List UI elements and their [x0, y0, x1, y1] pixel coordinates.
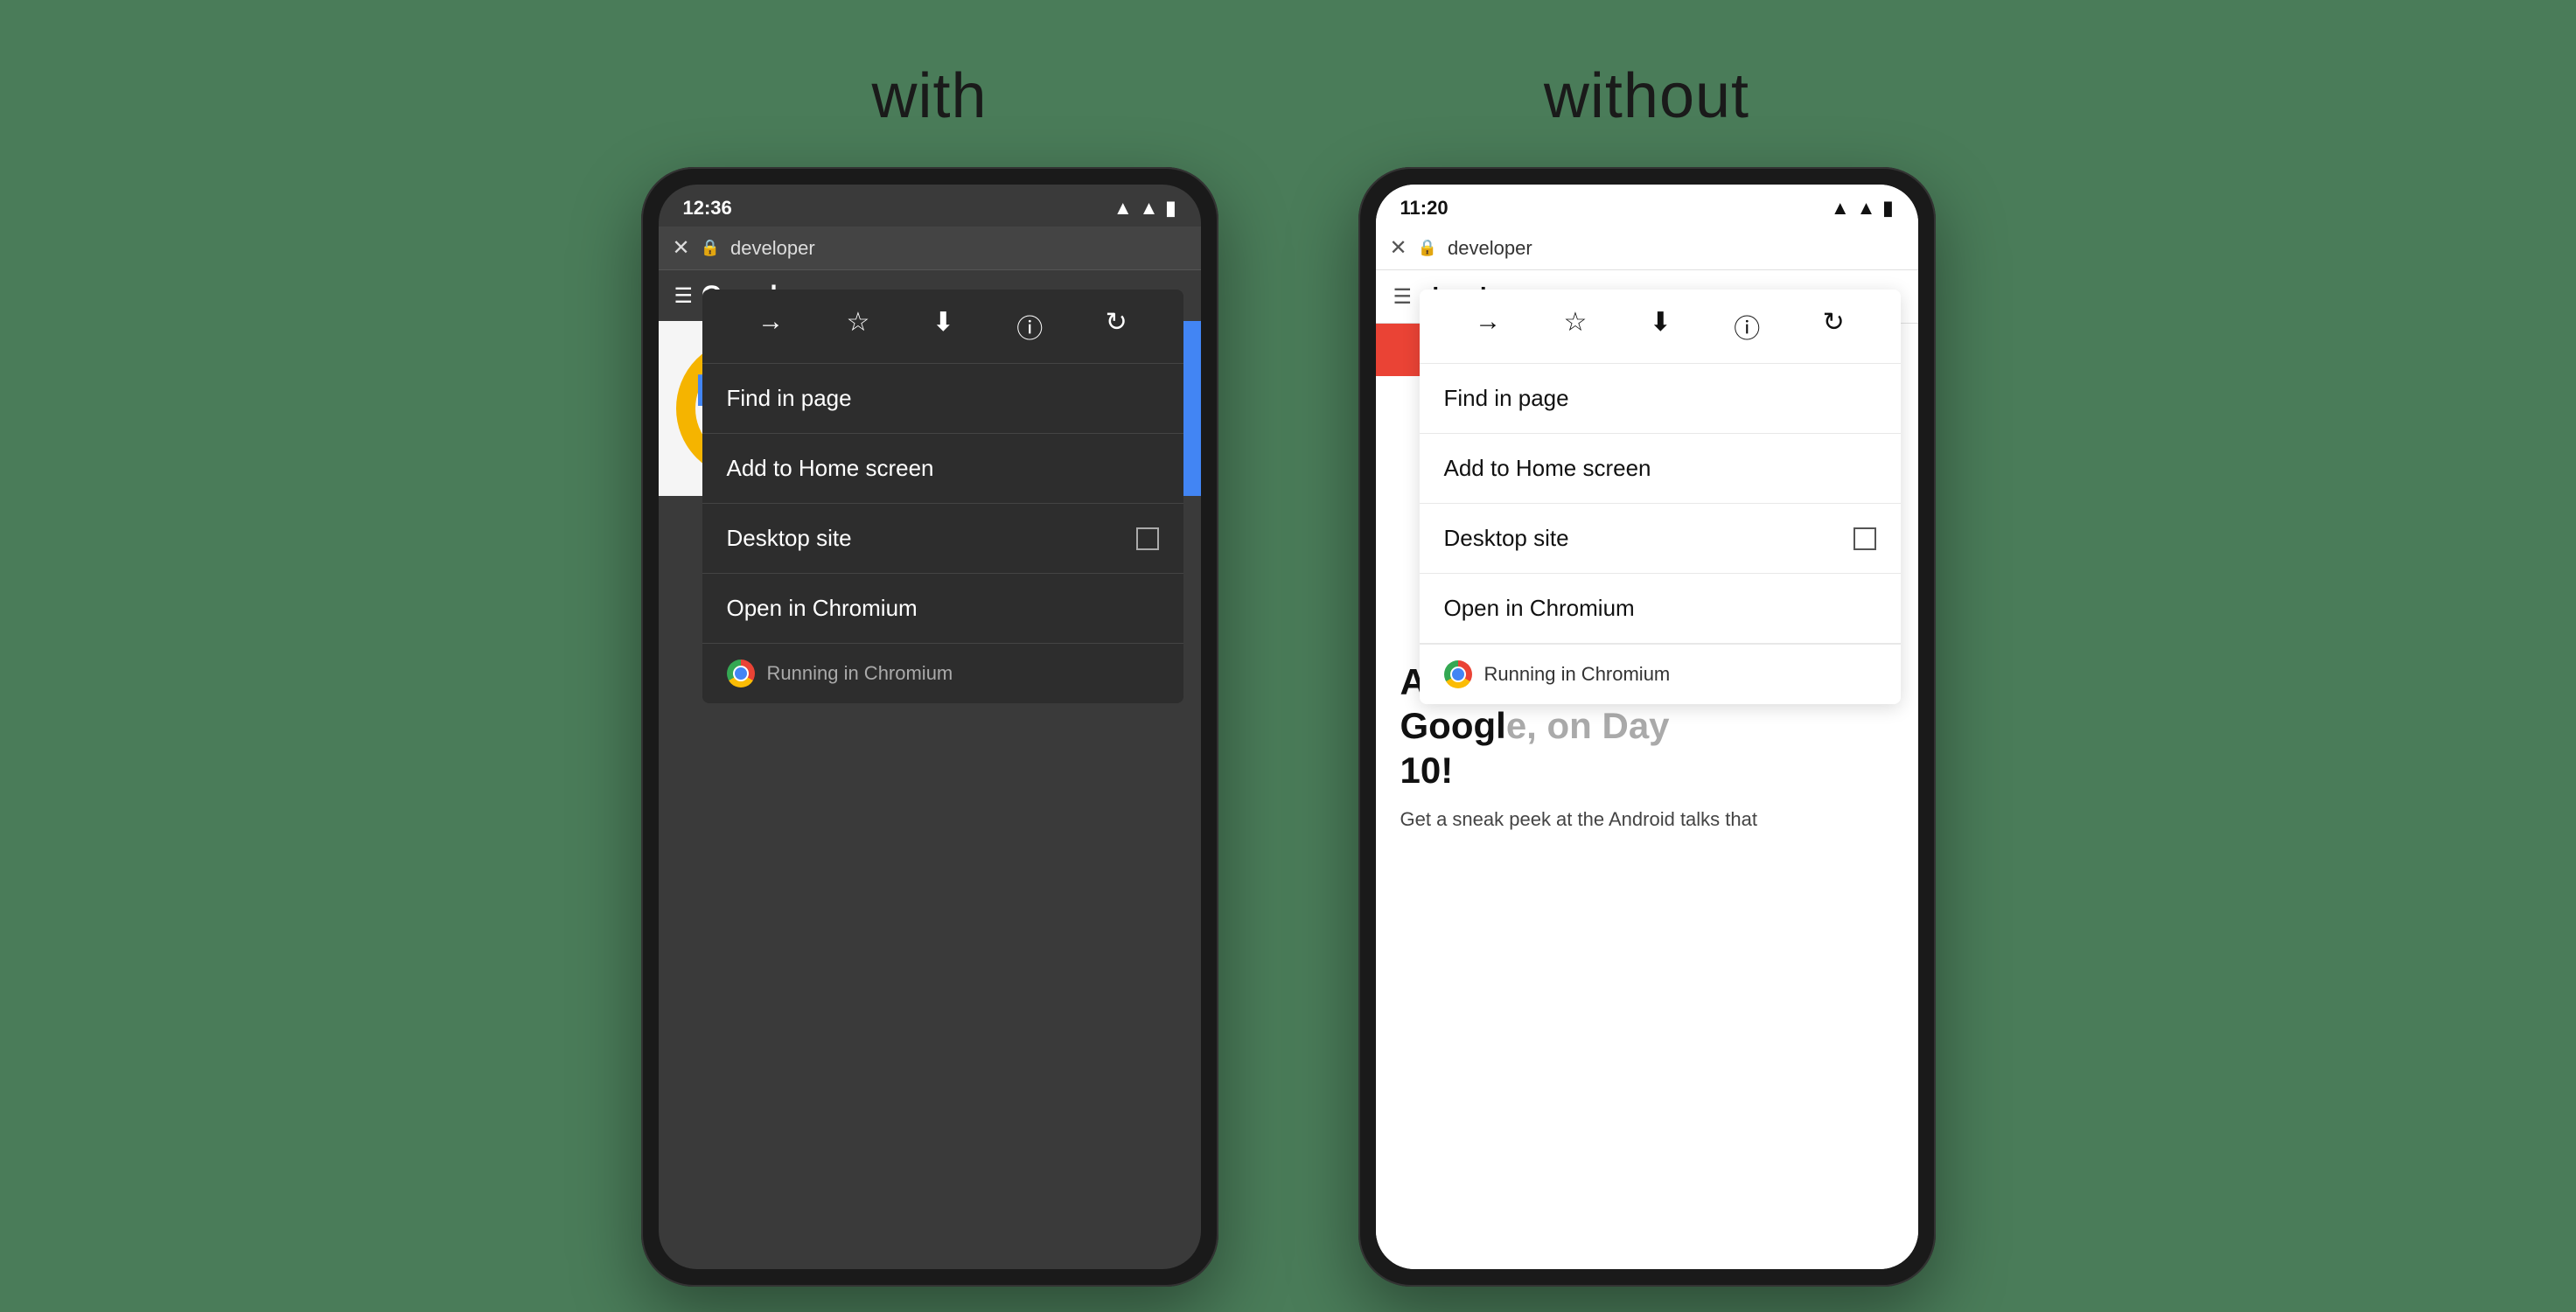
main-container: with 12:36 ▲ ▲ ▮ ✕ 🔒 developer [641, 25, 1936, 1287]
right-time: 11:20 [1400, 197, 1449, 220]
left-menu-footer: Running in Chromium [702, 644, 1183, 703]
right-section: without 11:20 ▲ ▲ ▮ ✕ 🔒 developer [1358, 60, 1936, 1287]
right-footer-text: Running in Chromium [1484, 663, 1671, 686]
left-desktop-site-checkbox[interactable] [1136, 527, 1159, 550]
left-close-button[interactable]: ✕ [673, 235, 690, 261]
left-time: 12:36 [683, 197, 732, 220]
right-article-content: AndroGoogle, on Day10! Get a sneak peek … [1376, 639, 1918, 1269]
left-hamburger-icon[interactable]: ☰ [674, 283, 694, 309]
left-chromium-icon [727, 659, 755, 687]
left-footer-text: Running in Chromium [767, 662, 953, 685]
right-battery-icon: ▮ [1882, 197, 1893, 220]
right-bookmark-icon[interactable]: ☆ [1564, 307, 1588, 345]
right-info-icon[interactable]: ⓘ [1734, 307, 1760, 345]
left-section: with 12:36 ▲ ▲ ▮ ✕ 🔒 developer [641, 60, 1218, 1287]
right-find-in-page[interactable]: Find in page [1420, 364, 1901, 434]
right-dropdown-menu: → ☆ ⬇ ⓘ ↻ Find in page Add to Home scree… [1420, 290, 1901, 704]
left-refresh-icon[interactable]: ↻ [1106, 307, 1127, 345]
right-forward-icon[interactable]: → [1475, 307, 1501, 345]
left-status-bar: 12:36 ▲ ▲ ▮ [659, 185, 1201, 227]
right-chromium-icon [1444, 660, 1472, 688]
left-dropdown-menu: → ☆ ⬇ ⓘ ↻ Find in page Add to Home scree… [702, 290, 1183, 703]
left-download-icon[interactable]: ⬇ [932, 307, 954, 345]
left-info-icon[interactable]: ⓘ [1016, 307, 1043, 345]
left-phone-frame: 12:36 ▲ ▲ ▮ ✕ 🔒 developer ☰ Google [641, 167, 1218, 1287]
left-lock-icon: 🔒 [701, 239, 720, 257]
signal-icon: ▲ [1140, 197, 1159, 220]
right-desktop-site[interactable]: Desktop site [1420, 504, 1901, 574]
right-status-right: ▲ ▲ ▮ [1831, 197, 1894, 220]
left-label: with [871, 60, 987, 132]
right-browser-bar[interactable]: ✕ 🔒 developer [1376, 227, 1918, 270]
right-menu-icons-row: → ☆ ⬇ ⓘ ↻ [1420, 290, 1901, 364]
left-url-text: developer [730, 237, 1186, 260]
left-phone-screen: 12:36 ▲ ▲ ▮ ✕ 🔒 developer ☰ Google [659, 185, 1201, 1269]
wifi-icon: ▲ [1113, 197, 1133, 220]
battery-icon: ▮ [1165, 197, 1176, 220]
right-status-bar: 11:20 ▲ ▲ ▮ [1376, 185, 1918, 227]
right-close-button[interactable]: ✕ [1390, 235, 1407, 261]
left-bookmark-icon[interactable]: ☆ [847, 307, 870, 345]
right-desktop-site-checkbox[interactable] [1853, 527, 1876, 550]
left-add-to-home-screen[interactable]: Add to Home screen [702, 434, 1183, 504]
left-desktop-site[interactable]: Desktop site [702, 504, 1183, 574]
left-status-right: ▲ ▲ ▮ [1113, 197, 1176, 220]
right-signal-icon: ▲ [1857, 197, 1876, 220]
left-find-in-page[interactable]: Find in page [702, 364, 1183, 434]
right-menu-footer: Running in Chromium [1420, 644, 1901, 704]
left-open-in-chromium[interactable]: Open in Chromium [702, 574, 1183, 644]
right-phone-frame: 11:20 ▲ ▲ ▮ ✕ 🔒 developer ☰ develop [1358, 167, 1936, 1287]
right-lock-icon: 🔒 [1418, 239, 1437, 257]
right-phone-screen: 11:20 ▲ ▲ ▮ ✕ 🔒 developer ☰ develop [1376, 185, 1918, 1269]
left-browser-bar[interactable]: ✕ 🔒 developer [659, 227, 1201, 270]
right-add-to-home-screen[interactable]: Add to Home screen [1420, 434, 1901, 504]
right-open-in-chromium[interactable]: Open in Chromium [1420, 574, 1901, 644]
right-download-icon[interactable]: ⬇ [1650, 307, 1672, 345]
right-refresh-icon[interactable]: ↻ [1823, 307, 1845, 345]
right-label: without [1544, 60, 1749, 132]
right-hamburger-icon[interactable]: ☰ [1393, 284, 1413, 310]
right-url-text: developer [1448, 237, 1903, 260]
left-forward-icon[interactable]: → [757, 307, 784, 345]
right-article-subtitle: Get a sneak peek at the Android talks th… [1400, 805, 1894, 834]
left-menu-icons-row: → ☆ ⬇ ⓘ ↻ [702, 290, 1183, 364]
right-wifi-icon: ▲ [1831, 197, 1850, 220]
